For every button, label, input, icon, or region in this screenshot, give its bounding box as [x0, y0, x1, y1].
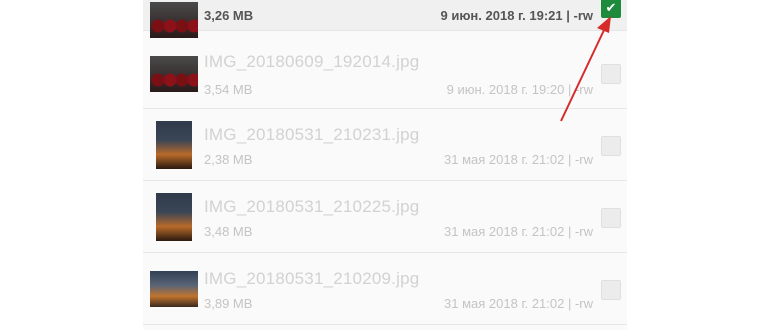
- red-arrow-annotation: [560, 16, 611, 122]
